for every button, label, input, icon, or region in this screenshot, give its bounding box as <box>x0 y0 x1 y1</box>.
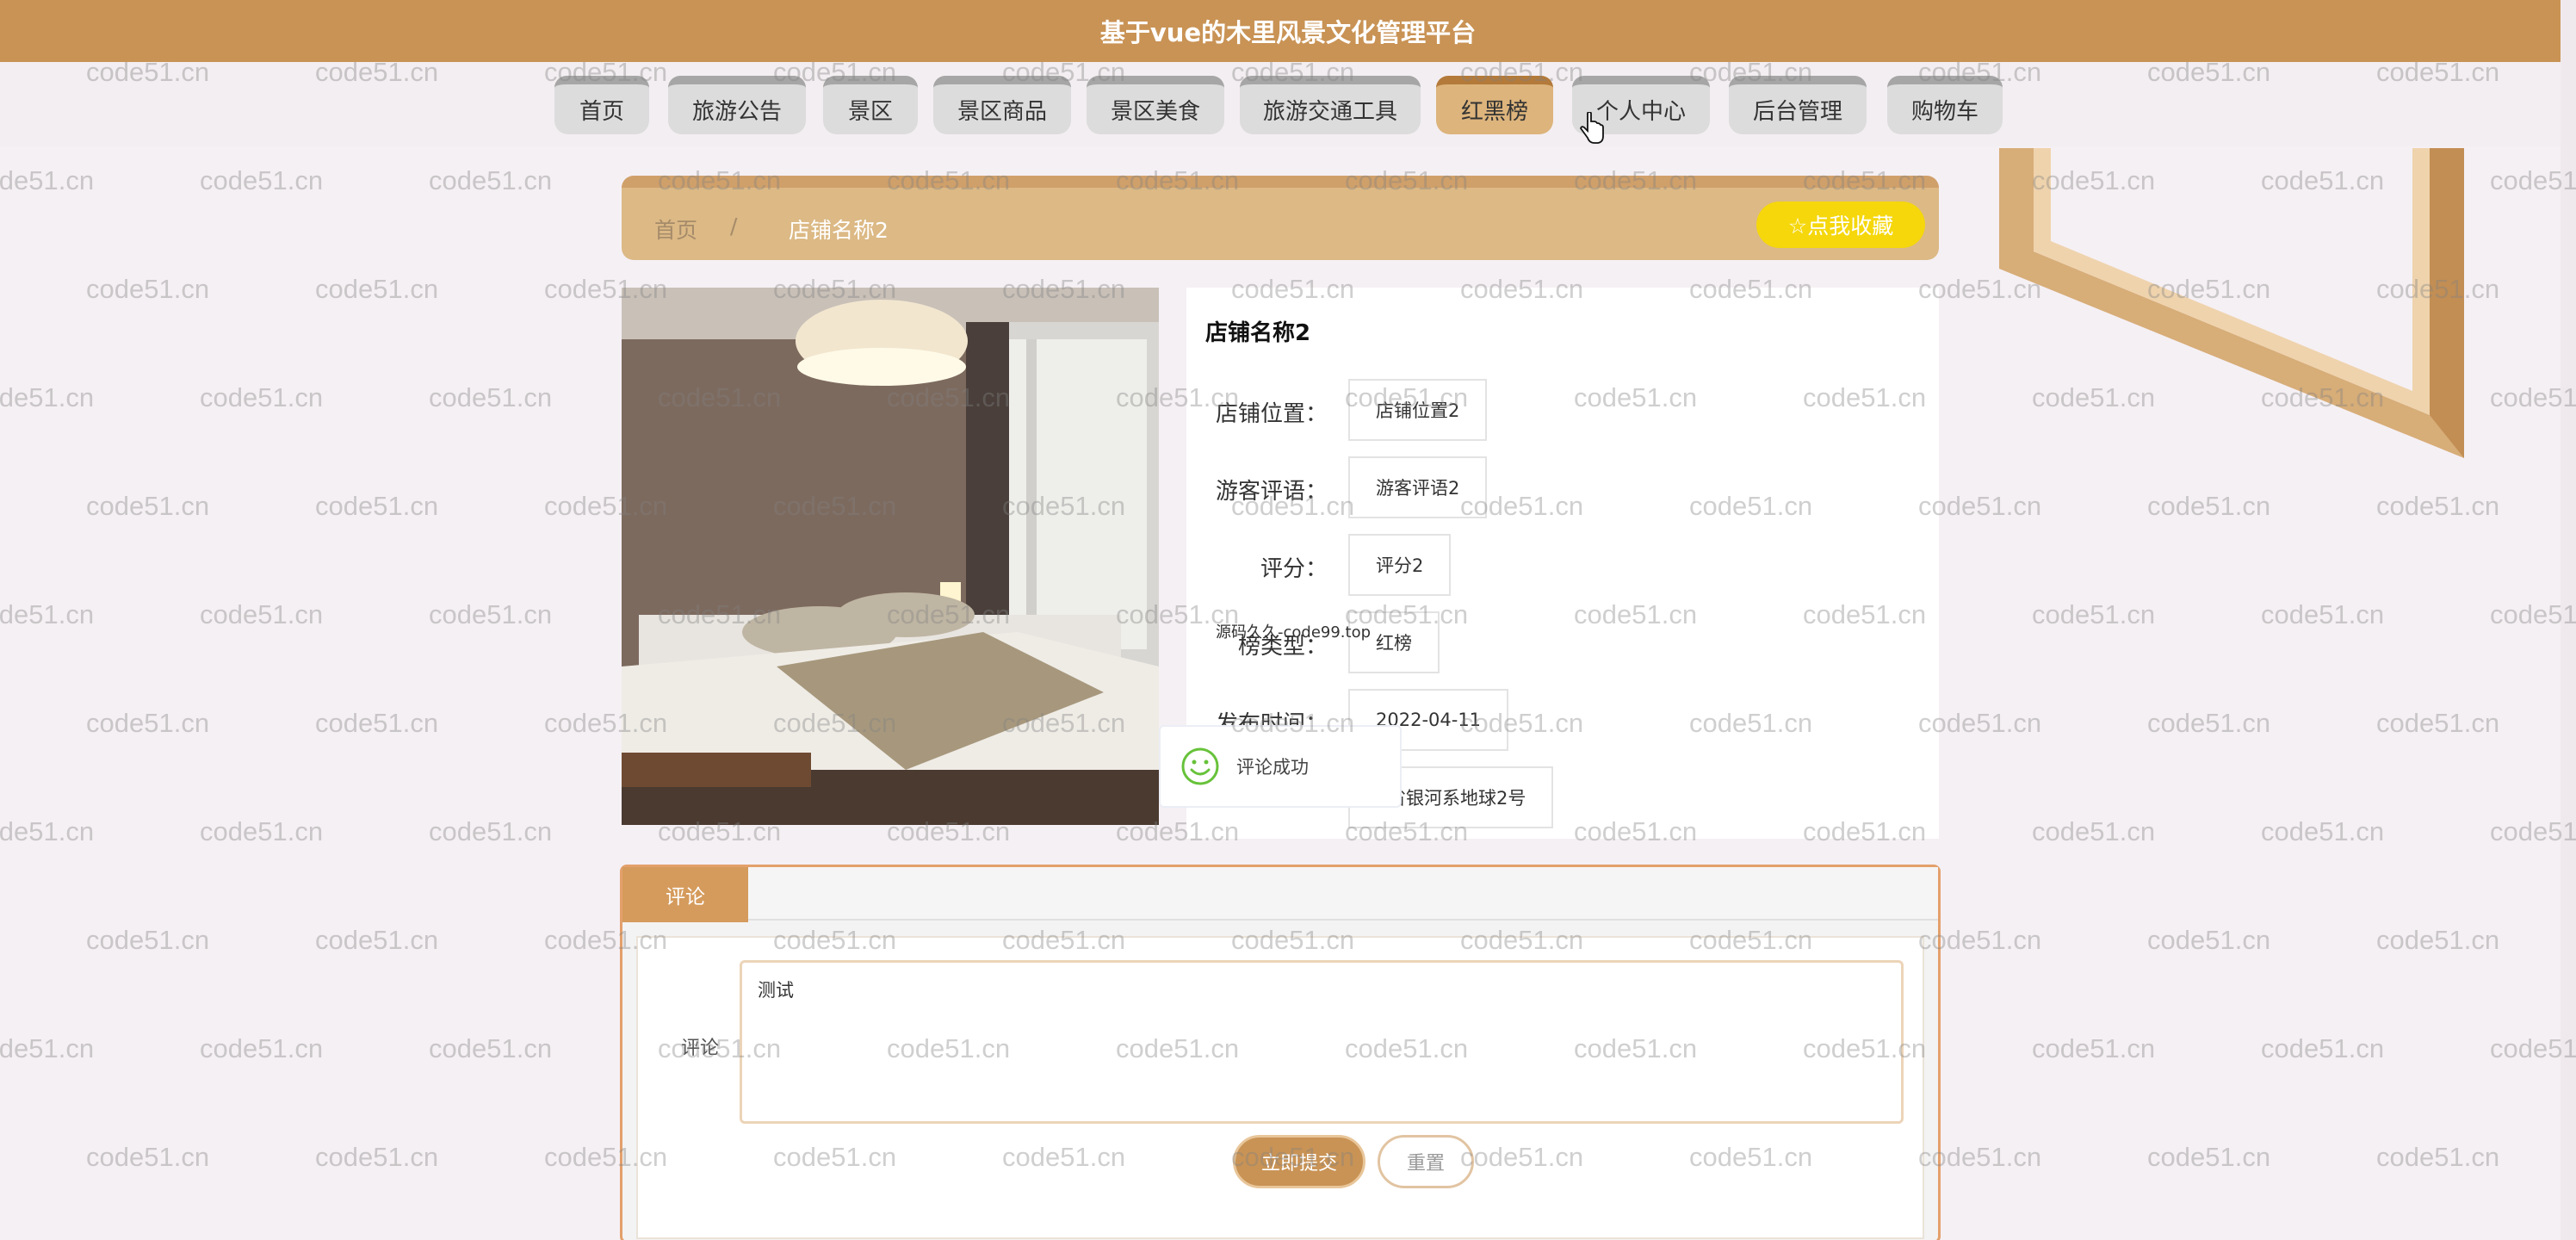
watermark-text: code51.cn <box>429 165 553 195</box>
watermark-text: code51.cn <box>429 1033 553 1063</box>
watermark-text: code51.cn <box>429 599 553 629</box>
watermark-text: code51.cn <box>0 816 95 846</box>
page-scrollbar[interactable] <box>2561 0 2576 1240</box>
watermark-text: code51.cn <box>200 165 324 195</box>
reset-button[interactable]: 重置 <box>1378 1135 1474 1188</box>
watermark-text: code51.cn <box>2376 708 2500 738</box>
watermark-text: code51.cn <box>429 382 553 412</box>
watermark-text: code51.cn <box>0 165 95 195</box>
shop-image <box>622 288 1159 825</box>
field-location: 店铺位置： 店铺位置2 <box>1186 379 1939 441</box>
field-review-label: 游客评语： <box>1215 479 1328 505</box>
watermark-text: code51.cn <box>2261 816 2385 846</box>
watermark-text: code51.cn <box>315 925 439 955</box>
toast-message: 评论成功 <box>1236 757 1309 778</box>
favorite-label: ☆点我收藏 <box>1787 214 1894 239</box>
watermark-text: code51.cn <box>86 1142 210 1172</box>
watermark-text: code51.cn <box>315 274 439 304</box>
watermark-text: code51.cn <box>2032 599 2156 629</box>
watermark-text: code51.cn <box>86 491 210 521</box>
watermark-text: code51.cn <box>200 816 324 846</box>
hand-cursor-icon <box>1579 112 1604 144</box>
comment-form: 评论 测试 <box>636 936 1924 1239</box>
watermark-text: code51.cn <box>2147 708 2271 738</box>
main-nav: 首页 旅游公告 景区 景区商品 景区美食 旅游交通工具 红黑榜 个人中心 后台管… <box>0 76 2576 136</box>
watermark-text: code51.cn <box>2032 816 2156 846</box>
watermark-text: code51.cn <box>429 816 553 846</box>
top-bar: 基于vue的木里风景文化管理平台 <box>0 0 2576 62</box>
watermark-text: code51.cn <box>200 382 324 412</box>
watermark-text: code51.cn <box>2032 1033 2156 1063</box>
watermark-text: code51.cn <box>2376 491 2500 521</box>
watermark-text: code51.cn <box>86 708 210 738</box>
field-review-value: 游客评语2 <box>1348 456 1488 518</box>
field-location-label: 店铺位置： <box>1215 401 1328 427</box>
watermark-text: code51.cn <box>2376 925 2500 955</box>
nav-item-admin[interactable]: 后台管理 <box>1729 76 1867 134</box>
nav-item-products[interactable]: 景区商品 <box>933 76 1071 134</box>
watermark-text: code51.cn <box>2261 599 2385 629</box>
shop-name: 店铺名称2 <box>1205 320 1311 346</box>
field-score: 评分： 评分2 <box>1186 534 1939 596</box>
breadcrumb-separator: / <box>730 214 738 239</box>
app-title: 基于vue的木里风景文化管理平台 <box>1099 18 1477 47</box>
watermark-text: code51.cn <box>0 599 95 629</box>
watermark-text: code51.cn <box>2147 491 2271 521</box>
breadcrumb-home[interactable]: 首页 <box>654 214 697 245</box>
watermark-text: code51.cn <box>2147 1142 2271 1172</box>
nav-item-transport[interactable]: 旅游交通工具 <box>1240 76 1421 134</box>
field-location-value: 店铺位置2 <box>1348 379 1488 441</box>
watermark-text: code51.cn <box>2376 1142 2500 1172</box>
field-review: 游客评语： 游客评语2 <box>1186 456 1939 518</box>
comment-textarea[interactable]: 测试 <box>740 960 1904 1124</box>
watermark-text: code51.cn <box>0 1033 95 1063</box>
nav-item-home[interactable]: 首页 <box>554 76 649 134</box>
breadcrumb-current: 店铺名称2 <box>789 218 889 243</box>
nav-item-scenic[interactable]: 景区 <box>823 76 918 134</box>
watermark-text: code51.cn <box>200 1033 324 1063</box>
comment-tab-bar: 评论 <box>622 867 1938 922</box>
nav-item-food[interactable]: 景区美食 <box>1087 76 1224 134</box>
nav-item-rank[interactable]: 红黑榜 <box>1436 76 1553 134</box>
watermark-text: code51.cn <box>315 1142 439 1172</box>
field-score-label: 评分： <box>1260 556 1328 582</box>
smile-icon <box>1181 747 1219 785</box>
watermark-text: code51.cn <box>200 599 324 629</box>
overlay-watermark-text: 源码久久-code99.top <box>1216 623 1372 642</box>
breadcrumb: 首页 / 店铺名称2 ☆点我收藏 <box>622 176 1939 260</box>
success-toast: 评论成功 <box>1159 725 1402 808</box>
favorite-button[interactable]: ☆点我收藏 <box>1756 202 1925 248</box>
nav-item-cart[interactable]: 购物车 <box>1887 76 2003 134</box>
watermark-text: code51.cn <box>86 274 210 304</box>
watermark-text: code51.cn <box>2261 1033 2385 1063</box>
watermark-text: code51.cn <box>86 925 210 955</box>
watermark-text: code51.cn <box>2147 925 2271 955</box>
comment-label: 评论 <box>681 1038 720 1059</box>
submit-button[interactable]: 立即提交 <box>1233 1135 1365 1188</box>
nav-item-announcements[interactable]: 旅游公告 <box>668 76 806 134</box>
watermark-text: code51.cn <box>315 491 439 521</box>
decorative-frame <box>1999 148 2464 458</box>
watermark-text: code51.cn <box>0 382 95 412</box>
tab-comment[interactable]: 评论 <box>622 867 748 922</box>
watermark-text: code51.cn <box>315 708 439 738</box>
field-score-value: 评分2 <box>1348 534 1452 596</box>
